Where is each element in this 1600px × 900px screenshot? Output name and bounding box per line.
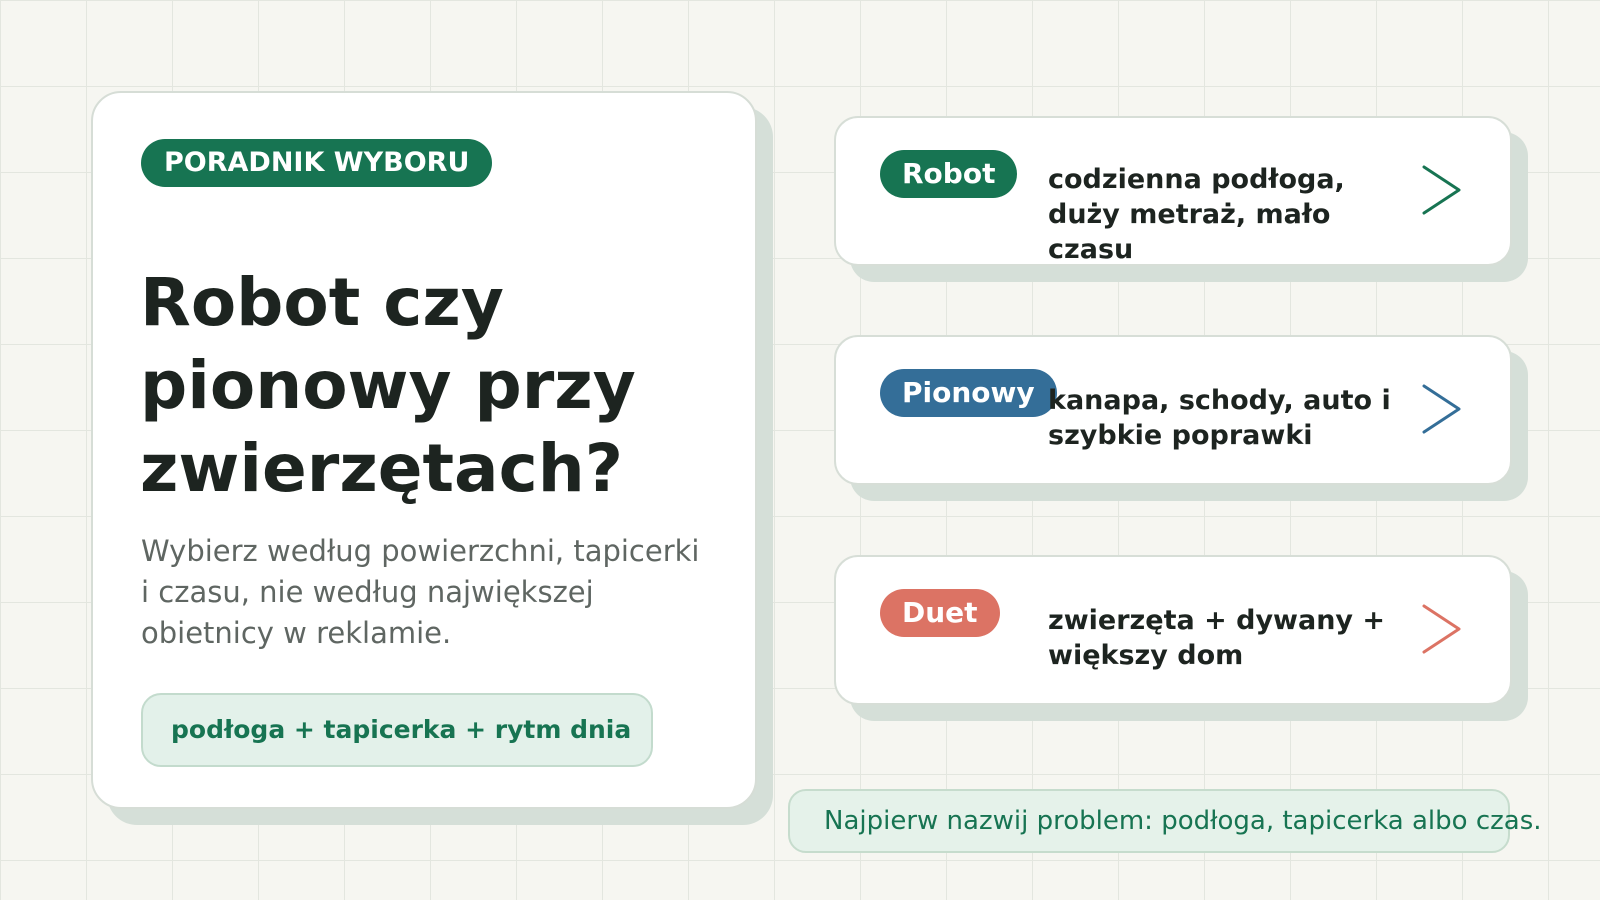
option-card-robot[interactable]: Robot codzienna podłoga, duży metraż, ma… [834,116,1512,266]
tip-banner: Najpierw nazwij problem: podłoga, tapice… [788,789,1542,853]
formula-pill: podłoga + tapicerka + rytm dnia [141,693,653,767]
option-card-pionowy[interactable]: Pionowy kanapa, schody, auto i szybkie p… [834,335,1512,485]
guide-subtitle: Wybierz według powierzchni, tapicerki i … [141,534,700,650]
option-text-robot: codzienna podłoga, duży metraż, mało cza… [1048,164,1345,265]
guide-card: PORADNIK WYBORU Robot czy pionowy przy z… [91,91,757,809]
chevron-right-icon[interactable] [1421,383,1463,435]
option-card-duet[interactable]: Duet zwierzęta + dywany + większy dom [834,555,1512,705]
option-tag-robot: Robot [880,150,1018,198]
option-tag-pionowy: Pionowy [880,369,1057,417]
chevron-right-icon[interactable] [1421,164,1463,216]
option-tag-duet: Duet [880,589,1000,637]
option-text-duet: zwierzęta + dywany + większy dom [1048,605,1386,671]
chevron-right-icon[interactable] [1421,603,1463,655]
page-title: Robot czy pionowy przy zwierzętach? [140,264,636,507]
option-text-pionowy: kanapa, schody, auto i szybkie poprawki [1048,385,1391,451]
guide-kicker-badge: PORADNIK WYBORU [141,139,493,187]
